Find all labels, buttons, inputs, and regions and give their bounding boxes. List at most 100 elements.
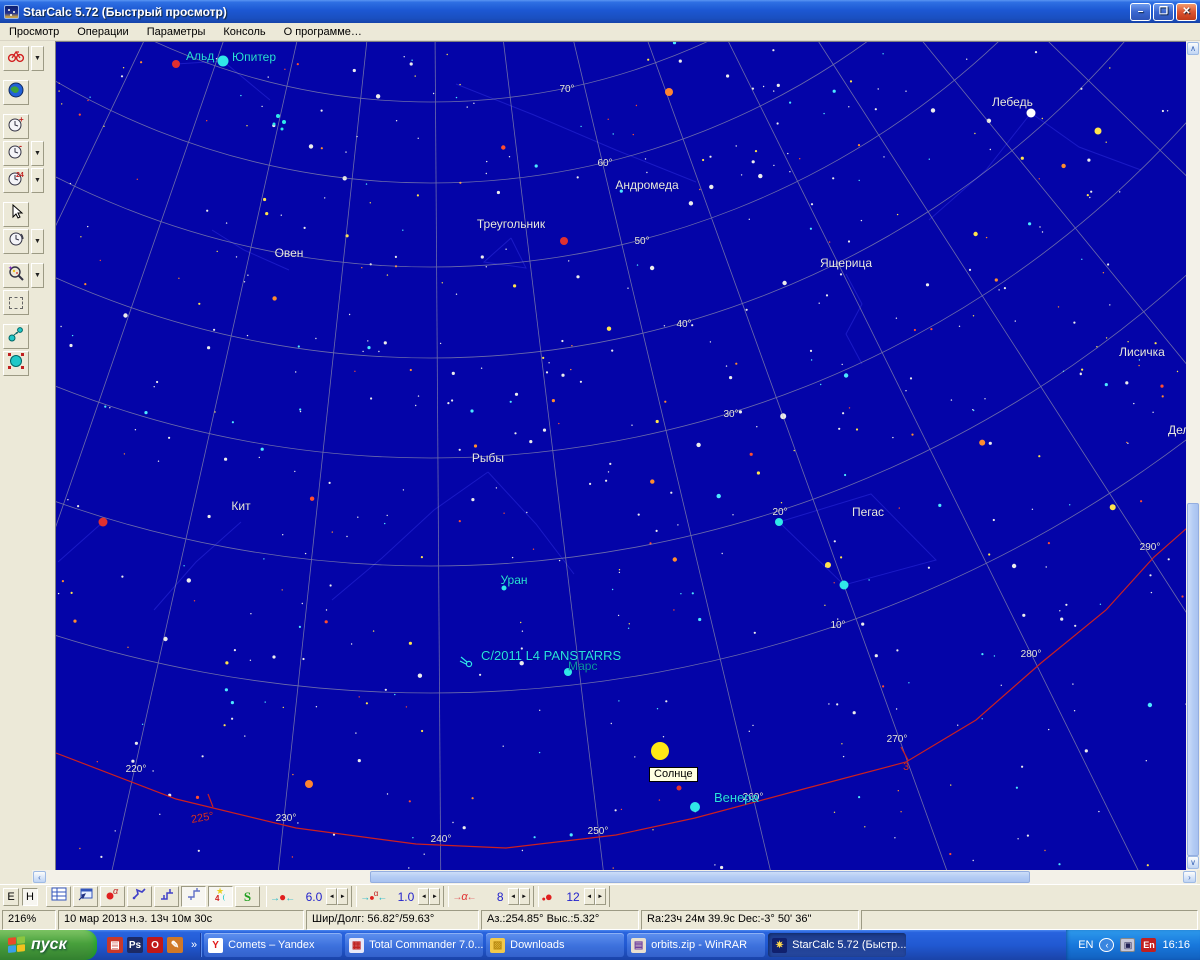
sky-label: 3 <box>903 761 909 773</box>
restore-button[interactable]: ❐ <box>1153 2 1174 21</box>
status-empty <box>861 910 1198 930</box>
ecliptic-toggle-button[interactable]: S <box>235 886 260 907</box>
time-subtract-dropdown[interactable]: ▼ <box>31 141 44 166</box>
star-size-increment-button[interactable]: ► <box>337 888 349 905</box>
data-table-button[interactable] <box>46 886 71 907</box>
sky-label: 50° <box>634 236 649 247</box>
minimize-button[interactable]: – <box>1130 2 1151 21</box>
task-button[interactable]: ✷ StarCalc 5.72 (Быстр... <box>768 933 907 957</box>
bottom-toolbar: E H α ★ 4 S →●← 6.0 ◄ ► →●α← 1.0 ◄ ► →α← 8 ◄ ► ●● 12 ◄ ► <box>0 884 1200 908</box>
earth-view-button[interactable] <box>3 80 29 105</box>
pointer-mode-button[interactable] <box>3 202 29 227</box>
task-button[interactable]: Y Comets – Yandex <box>204 933 343 957</box>
observer-location-button[interactable] <box>3 46 29 71</box>
select-area-button[interactable] <box>3 290 29 315</box>
start-button[interactable]: пуск <box>0 930 97 960</box>
scroll-right-icon[interactable]: › <box>1183 871 1196 883</box>
sky-label: 270° <box>887 734 908 745</box>
language-indicator[interactable]: EN <box>1078 939 1093 951</box>
scroll-down-icon[interactable]: ∨ <box>1187 856 1199 869</box>
task-label: Comets – Yandex <box>228 939 315 951</box>
sky-label: 10° <box>830 620 845 631</box>
task-button[interactable]: ▤ orbits.zip - WinRAR <box>627 933 766 957</box>
zoom-tool-button[interactable]: ✦ <box>3 263 29 288</box>
mercury <box>676 785 682 791</box>
vertical-scrollbar[interactable]: ∧ ∨ <box>1186 41 1200 870</box>
zoom-tool-dropdown[interactable]: ▼ <box>31 263 44 288</box>
menu-item-4[interactable]: О программе… <box>275 25 371 39</box>
star-map[interactable]: Альд Юпитер Лебедь 70° 60° Андромеда Треугольн… <box>55 41 1186 870</box>
task-label: orbits.zip - WinRAR <box>651 939 748 951</box>
magnitude-limit-decrement-button[interactable]: ◄ <box>583 888 595 905</box>
star-colors-button[interactable]: ★ 4 <box>208 886 233 907</box>
sky-label: 290° <box>1140 542 1161 553</box>
constellation-boundaries-button[interactable] <box>154 886 179 907</box>
menu-item-2[interactable]: Параметры <box>138 25 215 39</box>
star <box>775 518 783 526</box>
mail-icon[interactable]: ▤ <box>107 937 123 953</box>
horizontal-scrollbar[interactable]: ‹ › <box>32 870 1197 884</box>
bounds-icon <box>158 885 176 908</box>
vertical-scroll-thumb[interactable] <box>1187 503 1199 856</box>
scroll-up-icon[interactable]: ∧ <box>1187 42 1199 55</box>
label-font-value: 8 <box>496 889 504 904</box>
task-button[interactable]: ▦ Total Commander 7.0... <box>345 933 484 957</box>
constellation-figures-button[interactable] <box>127 886 152 907</box>
opera-icon[interactable]: O <box>147 937 163 953</box>
time-add-button[interactable]: + <box>3 114 29 139</box>
measure-objects-button[interactable] <box>3 324 29 349</box>
sky-label: 250° <box>588 826 609 837</box>
label-scale-decrement-button[interactable]: ◄ <box>418 888 430 905</box>
mode-horizontal-button[interactable]: H <box>22 887 38 906</box>
deneb <box>1026 108 1036 118</box>
ride-icon <box>7 47 25 70</box>
overflow-chevron-icon[interactable]: » <box>191 939 197 951</box>
observer-location-dropdown[interactable]: ▼ <box>31 46 44 71</box>
clock[interactable]: 16:16 <box>1162 939 1190 951</box>
label-font-icon: →α← <box>452 890 476 903</box>
sky-label: Венера <box>714 790 760 805</box>
punto-lang-icon[interactable]: En <box>1141 938 1157 952</box>
menu-item-1[interactable]: Операции <box>68 25 137 39</box>
label-scale-increment-button[interactable]: ► <box>429 888 441 905</box>
display-icon[interactable]: ▣ <box>1120 938 1136 952</box>
horizontal-scroll-thumb[interactable] <box>370 871 1030 883</box>
svg-text:+: + <box>19 115 24 124</box>
object-info-button[interactable] <box>3 351 29 376</box>
constellation-boundaries-alt-button[interactable] <box>181 886 206 907</box>
time-24h-dropdown[interactable]: ▼ <box>31 168 44 193</box>
menu-item-3[interactable]: Консоль <box>214 25 274 39</box>
label-font-increment-button[interactable]: ► <box>518 888 530 905</box>
sky-label: Андромеда <box>615 178 679 192</box>
sky-label: Уран <box>500 573 527 587</box>
sun <box>651 742 669 760</box>
photoshop-icon[interactable]: Ps <box>127 937 143 953</box>
desktop: StarCalc 5.72 (Быстрый просмотр) – ❐ ✕ П… <box>0 0 1200 960</box>
label-scale-value: 1.0 <box>397 889 415 904</box>
folder-icon: ▨ <box>490 937 506 953</box>
magnitude-limit-increment-button[interactable]: ► <box>594 888 606 905</box>
jupiter <box>217 55 229 67</box>
task-button[interactable]: ▨ Downloads <box>486 933 625 957</box>
sky-label: 60° <box>597 158 612 169</box>
clock-plus-icon: + <box>7 115 25 138</box>
winrar-icon: ▤ <box>631 937 647 953</box>
hide-icons-chevron-icon[interactable]: ‹ <box>1099 938 1115 952</box>
star <box>98 517 108 527</box>
scrollbar-gap <box>0 870 32 884</box>
time-animate-button[interactable] <box>3 229 29 254</box>
mode-equatorial-button[interactable]: E <box>3 887 19 906</box>
fit-window-button[interactable] <box>73 886 98 907</box>
time-subtract-button[interactable]: - <box>3 141 29 166</box>
svg-text:✦: ✦ <box>8 265 13 272</box>
star-size-decrement-button[interactable]: ◄ <box>326 888 338 905</box>
close-button[interactable]: ✕ <box>1176 2 1197 21</box>
star-labels-button[interactable]: α <box>100 886 125 907</box>
label-font-decrement-button[interactable]: ◄ <box>507 888 519 905</box>
scroll-left-icon[interactable]: ‹ <box>33 871 46 883</box>
time-24h-button[interactable]: 24 <box>3 168 29 193</box>
menu-item-0[interactable]: Просмотр <box>0 25 68 39</box>
pencil-icon[interactable]: ✎ <box>167 937 183 953</box>
sky-label: 70° <box>559 84 574 95</box>
time-animate-dropdown[interactable]: ▼ <box>31 229 44 254</box>
